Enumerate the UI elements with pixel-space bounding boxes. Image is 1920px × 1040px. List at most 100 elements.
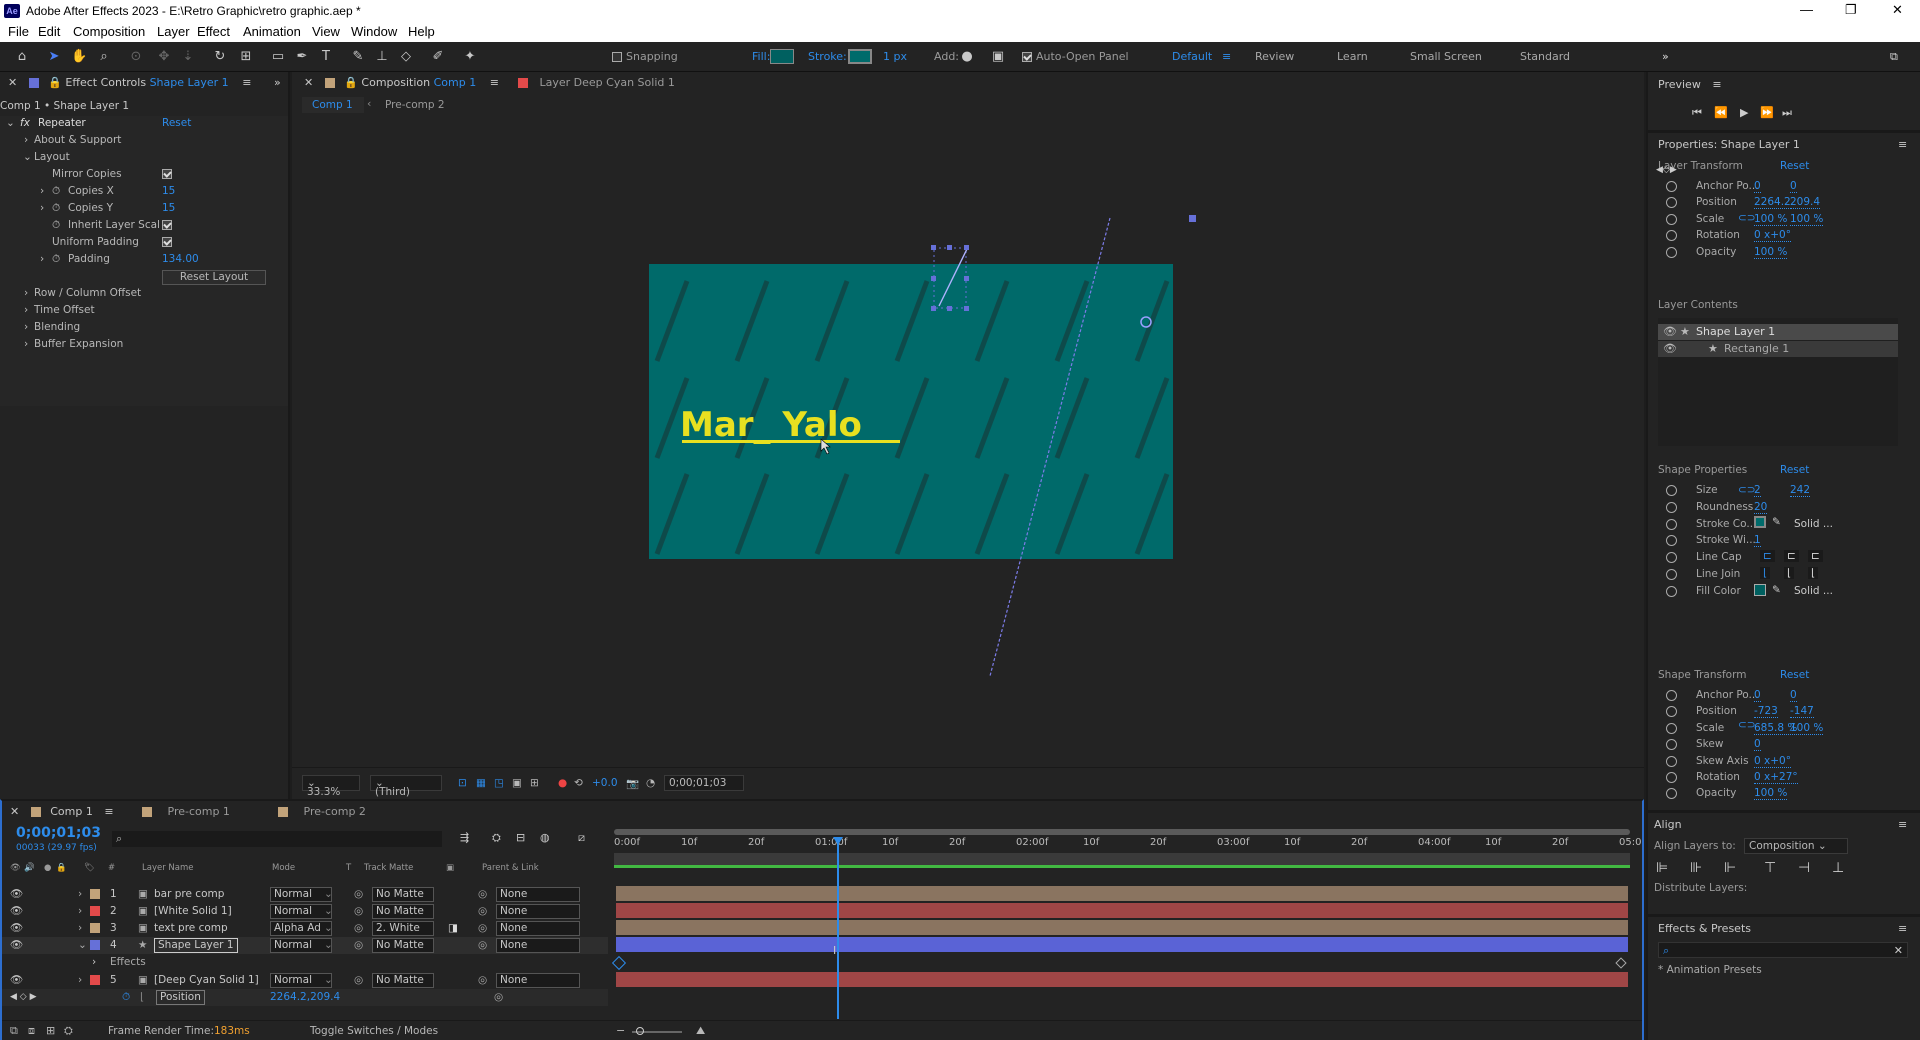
round-cap-icon[interactable]: ⊏ bbox=[1784, 550, 1799, 562]
link-scale-icon[interactable]: ⊂⊃ bbox=[1738, 212, 1756, 224]
uniform-checkbox[interactable] bbox=[162, 237, 172, 247]
minimize-button[interactable]: — bbox=[1800, 2, 1813, 17]
timeline-tab-comp1[interactable]: ✕ Comp 1 ≡ bbox=[10, 801, 114, 823]
shape-transform-reset[interactable]: Reset bbox=[1780, 669, 1809, 681]
composition-canvas[interactable]: Mar_ Yalo bbox=[292, 116, 1644, 767]
color-type-dropdown[interactable]: Solid ... bbox=[1794, 585, 1833, 597]
property-value-1[interactable]: 1 bbox=[1754, 534, 1761, 548]
fill-color-swatch[interactable] bbox=[1754, 584, 1766, 596]
close-button[interactable]: ✕ bbox=[1892, 2, 1903, 18]
bbox-handle[interactable] bbox=[947, 245, 952, 250]
row-col-offset-row[interactable]: › Row / Column Offset bbox=[0, 285, 288, 302]
transparency-grid-icon[interactable]: ▦ bbox=[476, 777, 486, 789]
layer-duration-bar[interactable] bbox=[616, 972, 1628, 987]
stopwatch-icon[interactable]: ⏱ bbox=[122, 989, 130, 1006]
keyframe-nav-icon[interactable]: ◀ ◇ ▶ bbox=[10, 989, 37, 1006]
layer-name[interactable]: [Deep Cyan Solid 1] bbox=[154, 972, 259, 989]
track-matte-dropdown[interactable]: No Matte bbox=[372, 904, 434, 919]
stopwatch-icon[interactable] bbox=[1666, 535, 1677, 547]
layer-label-color[interactable] bbox=[90, 940, 100, 950]
property-value-1[interactable]: 100 % bbox=[1754, 246, 1788, 259]
expand-icon[interactable]: › bbox=[24, 319, 28, 336]
menu-effect[interactable]: Effect bbox=[197, 24, 230, 39]
expand-layer-icon[interactable]: › bbox=[78, 886, 82, 903]
menu-animation[interactable]: Animation bbox=[243, 24, 301, 39]
expand-icon[interactable]: › bbox=[24, 285, 28, 302]
expand-icon[interactable]: › bbox=[40, 183, 44, 200]
property-value-1[interactable]: 0 bbox=[1754, 180, 1761, 193]
property-value-1[interactable]: 0 x+0° bbox=[1754, 755, 1791, 768]
draft-3d-icon[interactable]: ⛭ bbox=[492, 831, 501, 845]
zoom-tool-icon[interactable]: ⌕ bbox=[96, 49, 112, 65]
miter-join-icon[interactable]: ⌊ bbox=[1760, 567, 1771, 579]
align-hcenter-icon[interactable]: ⊪ bbox=[1690, 860, 1702, 876]
bbox-handle[interactable] bbox=[931, 306, 936, 311]
subtab-comp1[interactable]: Comp 1 bbox=[302, 97, 364, 113]
eraser-tool-icon[interactable]: ◇ bbox=[398, 49, 414, 65]
matte-link-icon[interactable]: ◎ bbox=[354, 903, 363, 920]
layer-transform-reset[interactable]: Reset bbox=[1780, 160, 1809, 172]
parent-pickwhip-icon[interactable]: ◎ bbox=[478, 903, 487, 920]
composition-tab[interactable]: ✕ 🔒 Composition Comp 1 ≡ bbox=[304, 72, 499, 94]
layer-duration-bar[interactable] bbox=[616, 920, 1628, 935]
layer-name[interactable]: bar pre comp bbox=[154, 886, 224, 903]
workspace-menu-icon[interactable]: ≡ bbox=[1222, 50, 1231, 63]
stopwatch-icon[interactable] bbox=[1666, 722, 1677, 734]
expand-icon[interactable]: › bbox=[40, 200, 44, 217]
property-value-1[interactable]: 0 x+27° bbox=[1754, 771, 1798, 784]
layer-label-color[interactable] bbox=[90, 975, 100, 985]
roto-brush-icon[interactable]: ✐ bbox=[430, 49, 446, 65]
playhead-handle-icon[interactable] bbox=[833, 837, 843, 845]
bbox-handle[interactable] bbox=[931, 276, 936, 281]
dolly-tool-icon[interactable]: ⇣ bbox=[180, 49, 196, 65]
stopwatch-icon[interactable] bbox=[1666, 755, 1677, 767]
property-value-1[interactable]: -723 bbox=[1754, 705, 1778, 719]
brush-tool-icon[interactable]: ✎ bbox=[350, 49, 366, 65]
property-value-2[interactable]: 242 bbox=[1790, 484, 1811, 497]
visibility-icon[interactable]: 👁 bbox=[10, 920, 23, 937]
graph-icon[interactable]: ⌊ bbox=[140, 989, 144, 1006]
visibility-icon[interactable]: 👁 bbox=[10, 972, 23, 989]
workspace-review[interactable]: Review bbox=[1255, 50, 1294, 63]
collapse-icon[interactable]: ⌄ bbox=[6, 115, 15, 132]
stopwatch-icon[interactable] bbox=[1666, 230, 1677, 242]
layer-row[interactable]: 👁 › 2 ▣ [White Solid 1] Normal ⌄ ◎ No Matte ◎ None bbox=[2, 903, 608, 920]
stopwatch-icon[interactable] bbox=[1666, 772, 1677, 783]
collapse-icon[interactable]: ⌄ bbox=[23, 149, 32, 166]
type-tool-icon[interactable]: T bbox=[318, 49, 334, 65]
name-header[interactable]: Layer Name bbox=[142, 863, 193, 873]
play-icon[interactable]: ▶ bbox=[1740, 106, 1748, 119]
track-matte-dropdown[interactable]: 2. White bbox=[372, 921, 434, 936]
layer-row[interactable]: 👁 ⌄ 4 ★ Shape Layer 1 Normal ⌄ ◎ No Matte ◎ None bbox=[2, 937, 608, 954]
buffer-row[interactable]: › Buffer Expansion bbox=[0, 336, 288, 353]
close-tab-icon[interactable]: ✕ bbox=[10, 805, 19, 818]
expand-icon[interactable]: › bbox=[92, 954, 96, 971]
timeline-tab-precomp1[interactable]: Pre-comp 1 bbox=[142, 801, 230, 823]
layer-label-color[interactable] bbox=[90, 923, 100, 933]
property-value-1[interactable]: 2264.2 bbox=[1754, 196, 1791, 210]
property-value-1[interactable]: 0 bbox=[1754, 689, 1761, 702]
layer-label-color[interactable] bbox=[90, 889, 100, 899]
snapping-checkbox[interactable] bbox=[612, 52, 622, 62]
blend-mode-dropdown[interactable]: Alpha Ad bbox=[270, 921, 332, 936]
property-value-2[interactable]: 209.4 bbox=[1790, 196, 1821, 210]
property-value-1[interactable]: 100 % bbox=[1754, 213, 1788, 226]
stopwatch-icon[interactable] bbox=[1666, 213, 1677, 225]
expand-layer-icon[interactable]: › bbox=[78, 903, 82, 920]
track-matte-dropdown[interactable]: No Matte bbox=[372, 887, 434, 902]
expand-transfer-icon[interactable]: ⊞ bbox=[46, 1024, 55, 1037]
stopwatch-icon[interactable] bbox=[1666, 246, 1677, 258]
exposure-value[interactable]: +0.0 bbox=[592, 777, 618, 789]
search-help-icon[interactable]: ⧉ bbox=[1890, 50, 1898, 64]
menu-view[interactable]: View bbox=[312, 24, 340, 39]
position-keyframe[interactable] bbox=[1615, 957, 1627, 969]
panel-menu-icon[interactable]: ≡ bbox=[1712, 78, 1721, 91]
toggle-switches-button[interactable]: Toggle Switches / Modes bbox=[310, 1025, 438, 1037]
time-offset-row[interactable]: › Time Offset bbox=[0, 302, 288, 319]
layer-name[interactable]: text pre comp bbox=[154, 920, 228, 937]
expand-icon[interactable]: › bbox=[40, 251, 44, 268]
stopwatch-icon[interactable] bbox=[1666, 706, 1677, 718]
position-value[interactable]: 2264.2,209.4 bbox=[270, 989, 340, 1006]
playhead[interactable] bbox=[837, 837, 839, 1019]
contents-item-rectangle[interactable]: 👁 ★ Rectangle 1 bbox=[1658, 341, 1898, 357]
